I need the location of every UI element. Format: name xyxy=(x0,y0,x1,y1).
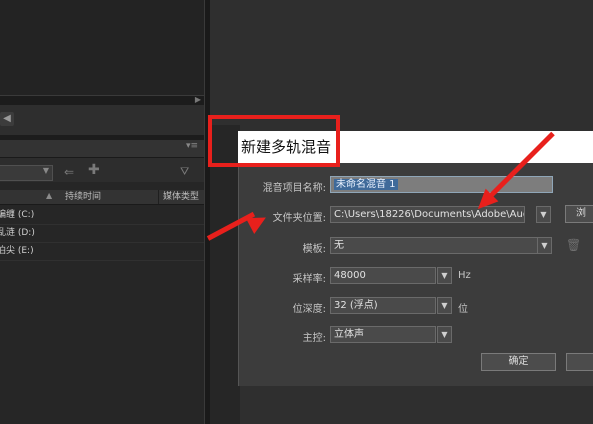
filter-icon[interactable]: ⛛ xyxy=(180,165,189,179)
list-item[interactable]: 泊尖 (E:) xyxy=(0,243,204,261)
new-multitrack-dialog xyxy=(238,131,593,386)
drive-label: 编缠 (C:) xyxy=(0,210,35,220)
master-select[interactable]: 立体声 xyxy=(330,326,436,343)
session-name-input[interactable]: 未命名混音 1 xyxy=(330,176,553,193)
speaker-icon[interactable]: ◀ xyxy=(0,112,14,126)
plus-icon[interactable]: ✚ xyxy=(88,162,100,178)
browse-button[interactable]: 浏 xyxy=(565,205,593,223)
transport-toolbar xyxy=(0,105,204,136)
template-select[interactable]: 无 xyxy=(330,237,538,254)
column-duration[interactable]: 持续时间 xyxy=(65,190,101,204)
sort-up-icon: ▲ xyxy=(46,191,53,200)
session-name-value: 未命名混音 1 xyxy=(334,179,398,190)
panel-menu-icon[interactable]: ▾≡ xyxy=(186,141,198,151)
files-panel-header: ▾≡ xyxy=(0,140,204,158)
folder-location-select[interactable]: C:\Users\18226\Documents\Adobe\Auditi... xyxy=(330,206,525,223)
list-item[interactable]: 编缠 (C:) xyxy=(0,207,204,225)
cancel-button[interactable] xyxy=(566,353,593,371)
drive-label: 泊尖 (E:) xyxy=(0,246,34,256)
annotation-box xyxy=(208,115,340,167)
chevron-down-icon[interactable]: ▼ xyxy=(536,206,551,223)
bit-depth-select[interactable]: 32 (浮点) xyxy=(330,297,436,314)
chevron-down-icon[interactable]: ▼ xyxy=(437,326,452,343)
arrow-left-icon[interactable]: ⇐ xyxy=(64,165,74,179)
master-label: 主控: xyxy=(302,333,326,344)
waveform-area xyxy=(0,0,204,96)
files-column-header: 持续时间 媒体类型 xyxy=(0,190,204,205)
bit-depth-label: 位深度: xyxy=(292,304,326,315)
editor-shadow xyxy=(210,125,240,424)
trash-icon[interactable]: 🗑 xyxy=(566,238,581,252)
sample-rate-select[interactable]: 48000 xyxy=(330,267,436,284)
sample-rate-label: 采样率: xyxy=(292,274,326,285)
files-panel xyxy=(0,140,204,424)
files-filter-select[interactable]: ▼ xyxy=(0,165,53,181)
ok-button[interactable]: 确定 xyxy=(481,353,556,371)
template-label: 模板: xyxy=(302,244,326,255)
scroll-right-icon[interactable]: ▶ xyxy=(195,95,201,104)
session-name-label: 混音项目名称: xyxy=(262,183,326,194)
bit-depth-unit: 位 xyxy=(458,304,468,315)
column-media-type[interactable]: 媒体类型 xyxy=(158,190,199,204)
chevron-down-icon: ▼ xyxy=(42,166,49,175)
chevron-down-icon[interactable]: ▼ xyxy=(437,267,452,284)
sample-rate-unit: Hz xyxy=(458,270,471,281)
list-item[interactable]: 乱涟 (D:) xyxy=(0,225,204,243)
horizontal-scrollbar[interactable]: ▶ xyxy=(0,95,204,105)
chevron-down-icon[interactable]: ▼ xyxy=(537,237,552,254)
chevron-down-icon[interactable]: ▼ xyxy=(437,297,452,314)
drive-label: 乱涟 (D:) xyxy=(0,228,35,238)
